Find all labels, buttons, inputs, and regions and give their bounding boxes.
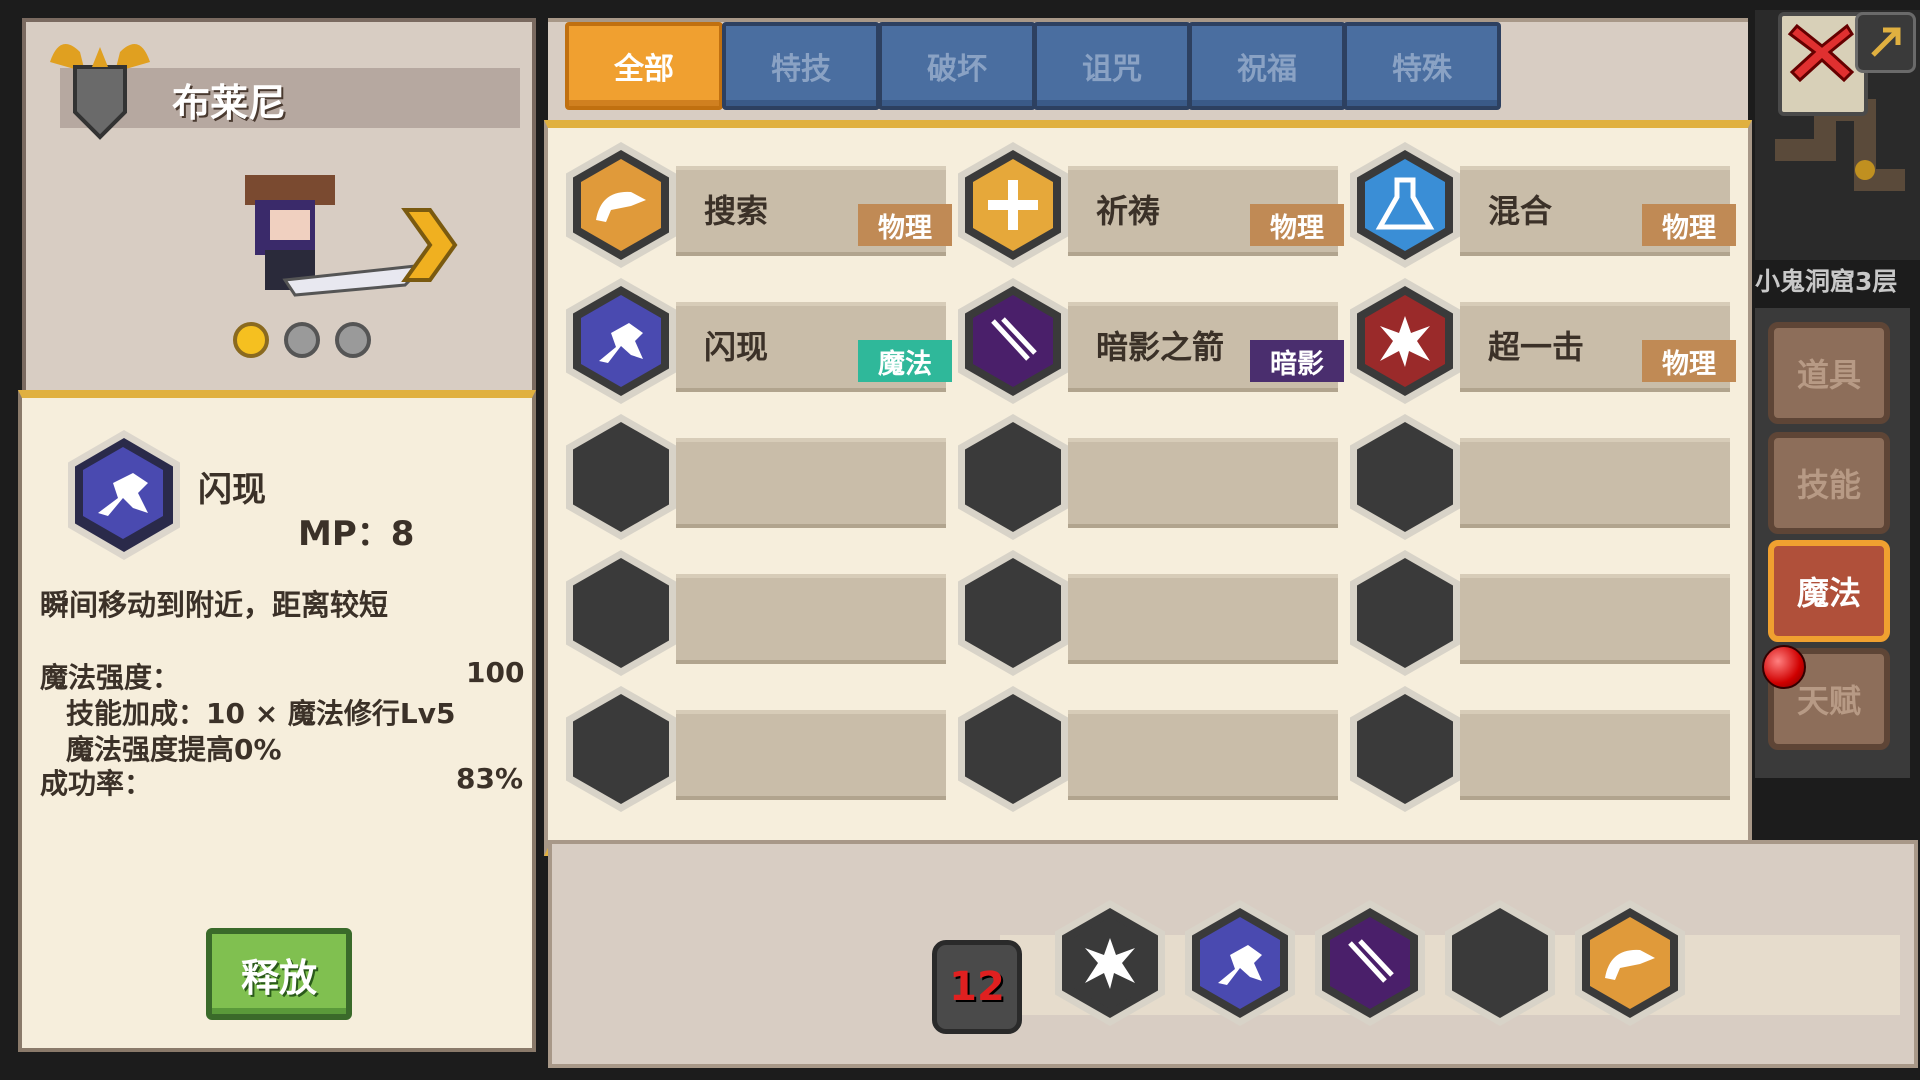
empty-skill-slot[interactable] [958, 414, 1068, 540]
skill-tag-magic: 魔法 [858, 340, 952, 382]
tab-all[interactable]: 全部 [565, 22, 723, 110]
tab-curse[interactable]: 诅咒 [1033, 22, 1191, 110]
hotbar-page-toggle[interactable]: 12 [932, 940, 1022, 1034]
flask-icon [1375, 177, 1435, 230]
detail-skill-name: 闪现 [198, 470, 266, 510]
tab-special-skill[interactable]: 特技 [722, 22, 880, 110]
expand-icon[interactable] [1855, 12, 1916, 73]
burst-icon [1380, 316, 1430, 367]
skill-bonus-text: 技能加成：10 × 魔法修行Lv5 [66, 697, 456, 730]
notification-dot-icon [1762, 645, 1806, 689]
character-name: 布莱尼 [172, 81, 287, 125]
dash-icon [98, 473, 148, 516]
empty-skill-slot[interactable] [1350, 686, 1460, 812]
empty-skill-slot[interactable] [1350, 550, 1460, 676]
tab-special[interactable]: 特殊 [1343, 22, 1501, 110]
skill-name-super-strike: 超一击 [1488, 328, 1585, 366]
page-dot-1[interactable] [233, 322, 269, 358]
page-dot-2[interactable] [284, 322, 320, 358]
arrows-icon [991, 317, 1037, 361]
skill-slot-search[interactable] [566, 142, 676, 268]
detail-skill-description: 瞬间移动到附近，距离较短 [40, 588, 389, 622]
skill-slot-shadow-arrow[interactable] [958, 278, 1068, 404]
menu-skills-button[interactable]: 技能 [1768, 432, 1890, 534]
skill-slot-blink[interactable] [566, 278, 676, 404]
skill-name-mix: 混合 [1488, 192, 1553, 230]
skill-name-pray: 祈祷 [1096, 192, 1161, 230]
skill-slot-mix[interactable] [1350, 142, 1460, 268]
success-rate-label: 成功率： [40, 767, 153, 800]
menu-magic-button[interactable]: 魔法 [1768, 540, 1890, 642]
empty-skill-slot[interactable] [1350, 414, 1460, 540]
release-button[interactable]: 释放 [206, 928, 352, 1020]
arrows-icon [1348, 939, 1394, 983]
empty-skill-slot[interactable] [958, 550, 1068, 676]
emblem-icon [40, 32, 160, 142]
skill-tag-physical: 物理 [1250, 204, 1344, 246]
skill-tag-physical: 物理 [858, 204, 952, 246]
skill-name-blink: 闪现 [704, 328, 769, 366]
dash-icon [599, 323, 643, 363]
detail-skill-mp: MP：8 [298, 514, 415, 554]
cross-icon [988, 180, 1038, 230]
tab-destroy[interactable]: 破坏 [878, 22, 1036, 110]
burst-icon [1085, 938, 1135, 989]
success-rate-value: 83% [456, 762, 524, 795]
skill-tag-shadow: 暗影 [1250, 340, 1344, 382]
skill-tag-physical: 物理 [1642, 204, 1736, 246]
skill-name-search: 搜索 [704, 192, 769, 230]
hand-icon [596, 191, 646, 222]
hotbar-page-label: 12 [949, 964, 1005, 1010]
skill-tag-physical: 物理 [1642, 340, 1736, 382]
dash-icon [1218, 945, 1262, 985]
magic-power-label: 魔法强度： [40, 661, 181, 694]
empty-skill-slot[interactable] [566, 414, 676, 540]
location-label: 小鬼洞窟3层 [1755, 267, 1898, 296]
hand-icon [1605, 949, 1655, 980]
next-character-arrow-icon[interactable] [400, 205, 460, 285]
magic-power-value: 100 [466, 656, 525, 689]
close-icon [1787, 23, 1855, 83]
empty-skill-slot[interactable] [958, 686, 1068, 812]
empty-skill-slot[interactable] [566, 550, 676, 676]
page-dot-3[interactable] [335, 322, 371, 358]
tab-blessing[interactable]: 祝福 [1188, 22, 1346, 110]
skill-slot-super-strike[interactable] [1350, 278, 1460, 404]
empty-skill-slot[interactable] [566, 686, 676, 812]
skill-grid-panel: 搜索 物理 祈祷 物理 混合 物理 闪现 魔法 暗影之箭 暗影 超一击 物理 [544, 120, 1752, 856]
skill-slot-pray[interactable] [958, 142, 1068, 268]
menu-items-button[interactable]: 道具 [1768, 322, 1890, 424]
skill-name-shadow-arrow: 暗影之箭 [1096, 328, 1225, 366]
